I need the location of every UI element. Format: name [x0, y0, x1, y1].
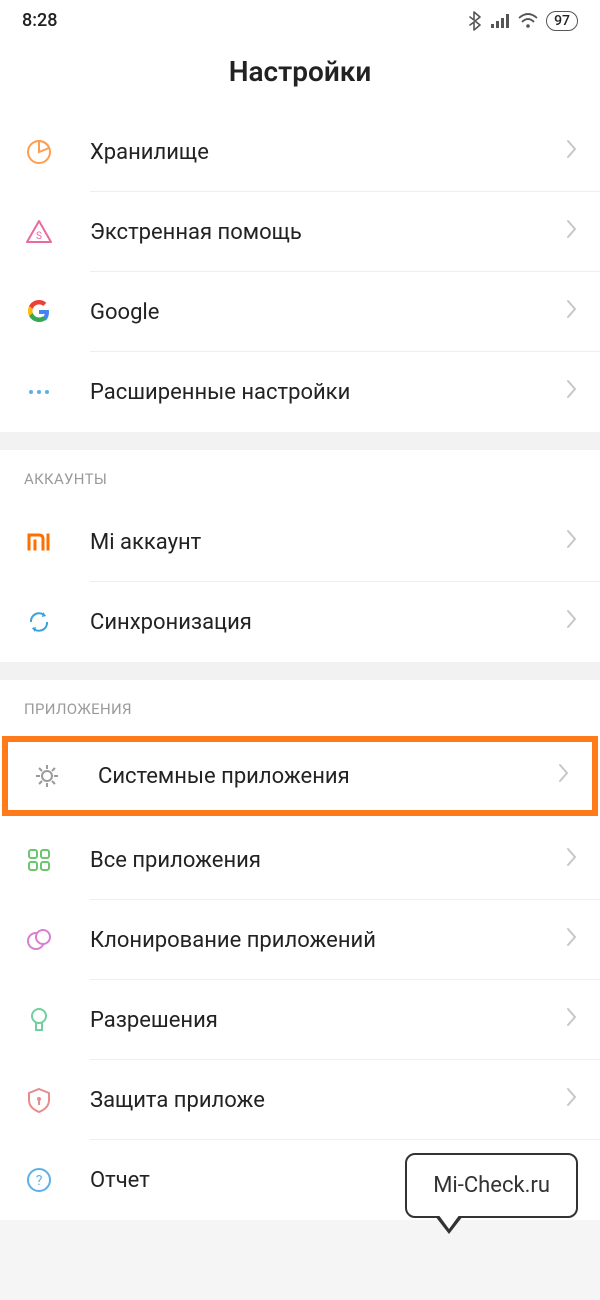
row-app-lock[interactable]: Защита приложе	[0, 1060, 600, 1140]
row-label: Все приложения	[56, 848, 566, 873]
settings-group-accounts: Mi аккаунт Синхронизация	[0, 502, 600, 662]
status-bar: 8:28 97	[0, 0, 600, 37]
chevron-right-icon	[566, 847, 578, 873]
status-right: 97	[468, 11, 578, 31]
chevron-right-icon	[566, 1007, 578, 1033]
chevron-right-icon	[566, 219, 578, 245]
watermark-bubble: Mi-Check.ru	[405, 1153, 578, 1218]
row-label: Расширенные настройки	[56, 380, 566, 405]
shield-lock-icon	[22, 1083, 56, 1117]
status-time: 8:28	[22, 10, 57, 31]
chevron-right-icon	[558, 763, 570, 789]
gear-icon	[30, 759, 64, 793]
signal-icon	[490, 13, 510, 29]
row-label: Экстренная помощь	[56, 220, 566, 245]
page-header: Настройки	[0, 37, 600, 112]
battery-level: 97	[546, 11, 578, 31]
chevron-right-icon	[566, 139, 578, 165]
storage-icon	[22, 135, 56, 169]
apps-grid-icon	[22, 843, 56, 877]
chevron-right-icon	[566, 379, 578, 405]
settings-group-apps: Системные приложения Все приложения Клон…	[0, 736, 600, 1220]
row-label: Google	[56, 300, 566, 325]
mi-icon	[22, 525, 56, 559]
row-label: Системные приложения	[64, 764, 558, 789]
row-advanced[interactable]: Расширенные настройки	[0, 352, 600, 432]
report-icon: ?	[22, 1163, 56, 1197]
row-label: Защита приложе	[56, 1088, 566, 1113]
svg-text:S: S	[36, 231, 42, 242]
bluetooth-icon	[468, 11, 482, 31]
row-mi-account[interactable]: Mi аккаунт	[0, 502, 600, 582]
row-system-apps[interactable]: Системные приложения	[2, 736, 598, 816]
chevron-right-icon	[566, 299, 578, 325]
emergency-icon: S	[22, 215, 56, 249]
row-emergency[interactable]: S Экстренная помощь	[0, 192, 600, 272]
chevron-right-icon	[566, 927, 578, 953]
chevron-right-icon	[566, 1087, 578, 1113]
google-icon	[22, 295, 56, 329]
row-all-apps[interactable]: Все приложения	[0, 820, 600, 900]
row-clone-apps[interactable]: Клонирование приложений	[0, 900, 600, 980]
row-label: Разрешения	[56, 1008, 566, 1033]
row-label: Синхронизация	[56, 610, 566, 635]
row-label: Клонирование приложений	[56, 928, 566, 953]
row-google[interactable]: Google	[0, 272, 600, 352]
watermark-text: Mi-Check.ru	[433, 1173, 550, 1198]
chevron-right-icon	[566, 609, 578, 635]
wifi-icon	[518, 13, 538, 29]
row-label: Mi аккаунт	[56, 530, 566, 555]
settings-group-system: Хранилище S Экстренная помощь Google	[0, 112, 600, 432]
row-sync[interactable]: Синхронизация	[0, 582, 600, 662]
more-icon	[22, 375, 56, 409]
permissions-icon	[22, 1003, 56, 1037]
row-storage[interactable]: Хранилище	[0, 112, 600, 192]
row-label: Хранилище	[56, 140, 566, 165]
page-title: Настройки	[0, 55, 600, 88]
clone-icon	[22, 923, 56, 957]
chevron-right-icon	[566, 529, 578, 555]
svg-text:?: ?	[36, 1173, 43, 1189]
section-header-accounts: АККАУНТЫ	[0, 450, 600, 502]
row-permissions[interactable]: Разрешения	[0, 980, 600, 1060]
sync-icon	[22, 605, 56, 639]
section-header-apps: ПРИЛОЖЕНИЯ	[0, 680, 600, 732]
